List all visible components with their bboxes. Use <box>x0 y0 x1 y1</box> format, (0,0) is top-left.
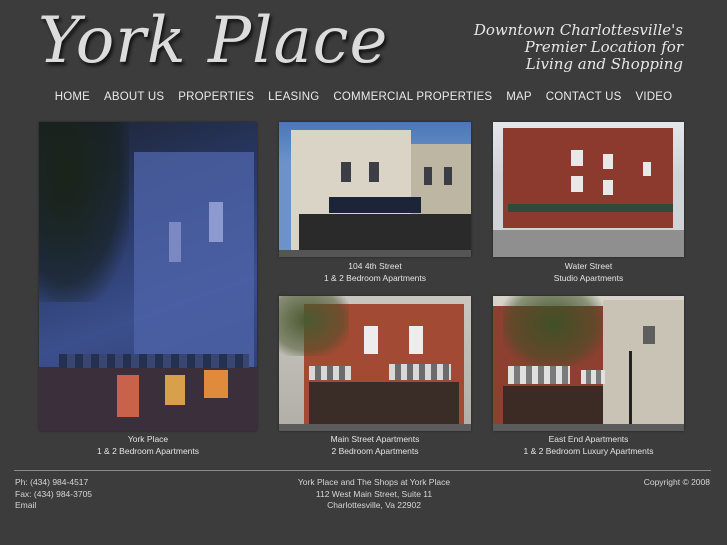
nav-about-us[interactable]: ABOUT US <box>104 91 164 103</box>
main-street-apartments-photo[interactable] <box>279 296 471 431</box>
property-name[interactable]: Water Street <box>493 260 684 272</box>
street <box>279 424 471 431</box>
water-street-photo[interactable] <box>493 122 684 257</box>
logo[interactable]: York Place <box>38 2 388 80</box>
window <box>424 167 432 185</box>
phone: Ph: (434) 984-4517 <box>15 477 89 487</box>
property-detail: 1 & 2 Bedroom Apartments <box>323 273 427 283</box>
nav-home[interactable]: HOME <box>55 91 90 103</box>
footer-address: York Place and The Shops at York Place 1… <box>254 477 494 512</box>
awning <box>329 197 421 213</box>
street <box>493 424 684 431</box>
main-street-apartments-caption: Main Street Apartments 2 Bedroom Apartme… <box>279 433 471 457</box>
window <box>603 154 613 169</box>
street <box>279 250 471 257</box>
tree <box>279 296 349 356</box>
storefront <box>503 386 603 424</box>
tree <box>503 296 603 366</box>
lit-window <box>117 375 139 417</box>
nav-commercial-properties[interactable]: COMMERCIAL PROPERTIES <box>333 91 492 103</box>
104-4th-street-photo[interactable] <box>279 122 471 257</box>
window <box>571 150 583 166</box>
address-line: Charlottesville, Va 22902 <box>327 500 421 510</box>
awning <box>581 370 605 384</box>
street <box>493 230 684 257</box>
main-nav: HOME ABOUT US PROPERTIES LEASING COMMERC… <box>0 91 727 103</box>
window <box>364 326 378 354</box>
building <box>603 300 684 424</box>
property-name[interactable]: Main Street Apartments <box>279 433 471 445</box>
york-place-caption: York Place 1 & 2 Bedroom Apartments <box>39 433 257 457</box>
storefront <box>299 214 471 250</box>
window <box>444 167 452 185</box>
east-end-apartments-photo[interactable] <box>493 296 684 431</box>
awning <box>59 354 249 368</box>
window <box>409 326 423 354</box>
nav-map[interactable]: MAP <box>506 91 532 103</box>
property-name[interactable]: East End Apartments <box>493 433 684 445</box>
nav-leasing[interactable]: LEASING <box>268 91 319 103</box>
window <box>603 180 613 195</box>
email-link[interactable]: Email <box>15 500 92 512</box>
window <box>209 202 223 242</box>
water-street-caption: Water Street Studio Apartments <box>493 260 684 284</box>
nav-contact-us[interactable]: CONTACT US <box>546 91 622 103</box>
awning <box>389 364 451 380</box>
104-4th-street-caption: 104 4th Street 1 & 2 Bedroom Apartments <box>279 260 471 284</box>
nav-video[interactable]: VIDEO <box>635 91 672 103</box>
address-line: 112 West Main Street, Suite 11 <box>315 488 433 499</box>
property-detail: 1 & 2 Bedroom Luxury Apartments <box>523 446 654 456</box>
east-end-apartments-caption: East End Apartments 1 & 2 Bedroom Luxury… <box>493 433 684 457</box>
window <box>571 176 583 192</box>
window <box>169 222 181 262</box>
window <box>369 162 379 182</box>
footer-divider <box>14 470 711 471</box>
awning <box>508 366 570 384</box>
nav-properties[interactable]: PROPERTIES <box>178 91 254 103</box>
lamp-post <box>629 351 632 424</box>
window <box>643 326 655 344</box>
tagline-line: Premier Location for <box>524 38 683 56</box>
york-place-photo[interactable] <box>39 122 257 431</box>
tagline-line: Downtown Charlottesville's <box>473 21 683 39</box>
property-name[interactable]: 104 4th Street <box>279 260 471 272</box>
awning <box>508 204 673 212</box>
property-detail: 1 & 2 Bedroom Apartments <box>96 446 200 456</box>
awning <box>309 366 351 380</box>
tree-shadow <box>39 122 129 302</box>
footer-contact: Ph: (434) 984-4517 Fax: (434) 984-3705 E… <box>15 477 92 512</box>
storefront <box>309 382 459 424</box>
tagline: Downtown Charlottesville's Premier Locat… <box>423 22 683 73</box>
lit-window <box>204 370 228 398</box>
window <box>341 162 351 182</box>
window <box>643 162 651 176</box>
copyright: Copyright © 2008 <box>643 477 710 487</box>
building <box>503 128 673 228</box>
property-detail: 2 Bedroom Apartments <box>331 446 419 456</box>
lit-window <box>165 375 185 405</box>
property-name[interactable]: York Place <box>39 433 257 445</box>
address-line: York Place and The Shops at York Place <box>297 477 451 487</box>
fax: Fax: (434) 984-3705 <box>15 488 93 499</box>
tagline-line: Living and Shopping <box>525 55 683 73</box>
property-detail: Studio Apartments <box>553 273 624 283</box>
